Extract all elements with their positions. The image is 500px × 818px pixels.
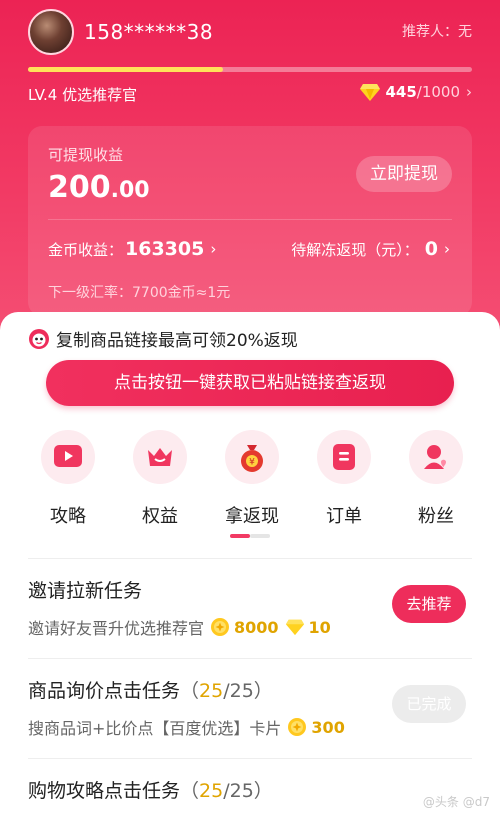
phone-number: 158******38 [84,20,214,44]
coin-reward: 8000 [234,617,279,637]
shortcut-label: 权益 [142,506,178,527]
task-invite: 邀请拉新任务 邀请好友晋升优选推荐官 8000 10 去推荐 [0,558,500,658]
shortcut-fans[interactable]: 粉丝 [396,430,476,530]
amount-integer: 200 [48,170,111,205]
shortcut-label: 攻略 [50,506,86,527]
user-profile[interactable]: 158******38 [28,9,214,55]
shortcut-label: 订单 [326,506,362,527]
completed-button[interactable]: 已完成 [392,685,466,723]
task-desc-text: 搜商品词+比价点【百度优选】卡片 [28,719,282,738]
task-title-row: 商品询价点击任务（25/25） [28,676,273,703]
frozen-cashback-link[interactable]: 待解冻返现（元）： 0 › [291,238,450,260]
crown-icon [148,448,172,466]
amount-decimal: .00 [110,178,150,203]
play-icon [54,445,82,467]
coin-reward: 300 [311,717,345,737]
coin-icon [211,618,230,636]
shortcut-benefits[interactable]: 权益 [120,430,200,530]
exchange-rate-text: 下一级汇率：7700金币≈1元 [48,285,231,301]
shortcut-label: 粉丝 [418,506,454,527]
task-progress: 25 [199,680,224,702]
coin-icon [288,718,307,736]
progress-open: （ [180,680,200,702]
order-icon [333,444,355,470]
divider [28,558,472,559]
task-title-row: 购物攻略点击任务（25/25） [28,776,273,803]
shortcut-orders[interactable]: 订单 [304,430,384,530]
task-description: 邀请好友晋升优选推荐官 8000 10 [28,615,331,639]
avatar[interactable] [28,9,74,55]
gem-icon [285,619,304,636]
task-progress-total: /25） [223,780,273,802]
task-progress-total: /25） [223,680,273,702]
divider [28,758,472,759]
level-label: LV.4 优选推荐官 [28,86,138,104]
task-desc-text: 邀请好友晋升优选推荐官 [28,619,205,638]
watermark: @头条 @d7 [422,795,490,809]
withdrawable-amount: 200.00 [48,170,150,205]
task-progress: 25 [199,780,224,802]
copy-link-tip: 复制商品链接最高可领20%返现 [28,326,298,351]
earnings-card: 可提现收益 200.00 立即提现 金币收益： 163305 › 待解冻返现（元… [28,126,472,316]
frozen-cashback-label: 待解冻返现（元）： [291,240,419,259]
gem-counter[interactable]: 445 /1000 › [359,82,472,102]
shortcut-icon-bg [41,430,95,484]
task-title: 商品询价点击任务 [28,680,181,702]
shortcut-icon-bg [317,430,371,484]
frozen-cashback-value: 0 [424,238,438,260]
shortcut-icon-bg: ¥ [225,430,279,484]
task-title: 购物攻略点击任务 [28,780,181,802]
shortcut-icon-bg [409,430,463,484]
shortcut-label: 拿返现 [225,506,279,527]
main-sheet: 复制商品链接最高可领20%返现 点击按钮一键获取已粘贴链接查返现 攻略 权益 ¥… [0,312,500,818]
money-bag-icon: ¥ [241,445,263,472]
progress-open: （ [180,780,200,802]
withdraw-button[interactable]: 立即提现 [356,156,452,192]
referrer-text: 推荐人：无 [402,24,472,40]
pagination-indicator [230,534,270,538]
task-price-inquiry: 商品询价点击任务（25/25） 搜商品词+比价点【百度优选】卡片 300 已完成 [0,658,500,758]
task-description: 搜商品词+比价点【百度优选】卡片 300 [28,715,345,739]
coin-earnings-label: 金币收益： [48,240,124,259]
shortcut-guide[interactable]: 攻略 [28,430,108,530]
gem-reward: 10 [308,617,331,637]
svg-text:¥: ¥ [249,458,255,468]
divider [28,658,472,659]
withdrawable-label: 可提现收益 [48,146,124,164]
fans-icon [424,445,446,469]
page-dot-active [230,534,250,538]
mascot-icon [29,328,49,349]
gem-total: /1000 [416,83,460,101]
page-dot [250,534,270,538]
shortcut-cashback[interactable]: ¥ 拿返现 [212,430,292,530]
chevron-right-icon: › [466,83,472,101]
coin-earnings-value: 163305 [125,238,205,260]
divider [48,219,452,220]
shortcut-icon-bg [133,430,187,484]
gem-icon [360,84,381,101]
level-progress-fill [28,67,224,72]
task-title: 邀请拉新任务 [28,580,143,602]
gem-current: 445 [385,83,417,101]
recommend-button[interactable]: 去推荐 [392,585,466,623]
chevron-right-icon: › [210,240,217,258]
chevron-right-icon: › [444,240,450,258]
level-progress-bar [28,67,472,72]
paste-link-cashback-button[interactable]: 点击按钮一键获取已粘贴链接查返现 [46,360,454,406]
copy-tip-text: 复制商品链接最高可领20%返现 [56,331,298,351]
coin-earnings-link[interactable]: 金币收益： 163305 › [48,238,216,260]
shortcut-grid: 攻略 权益 ¥ 拿返现 订单 粉丝 [0,430,500,530]
